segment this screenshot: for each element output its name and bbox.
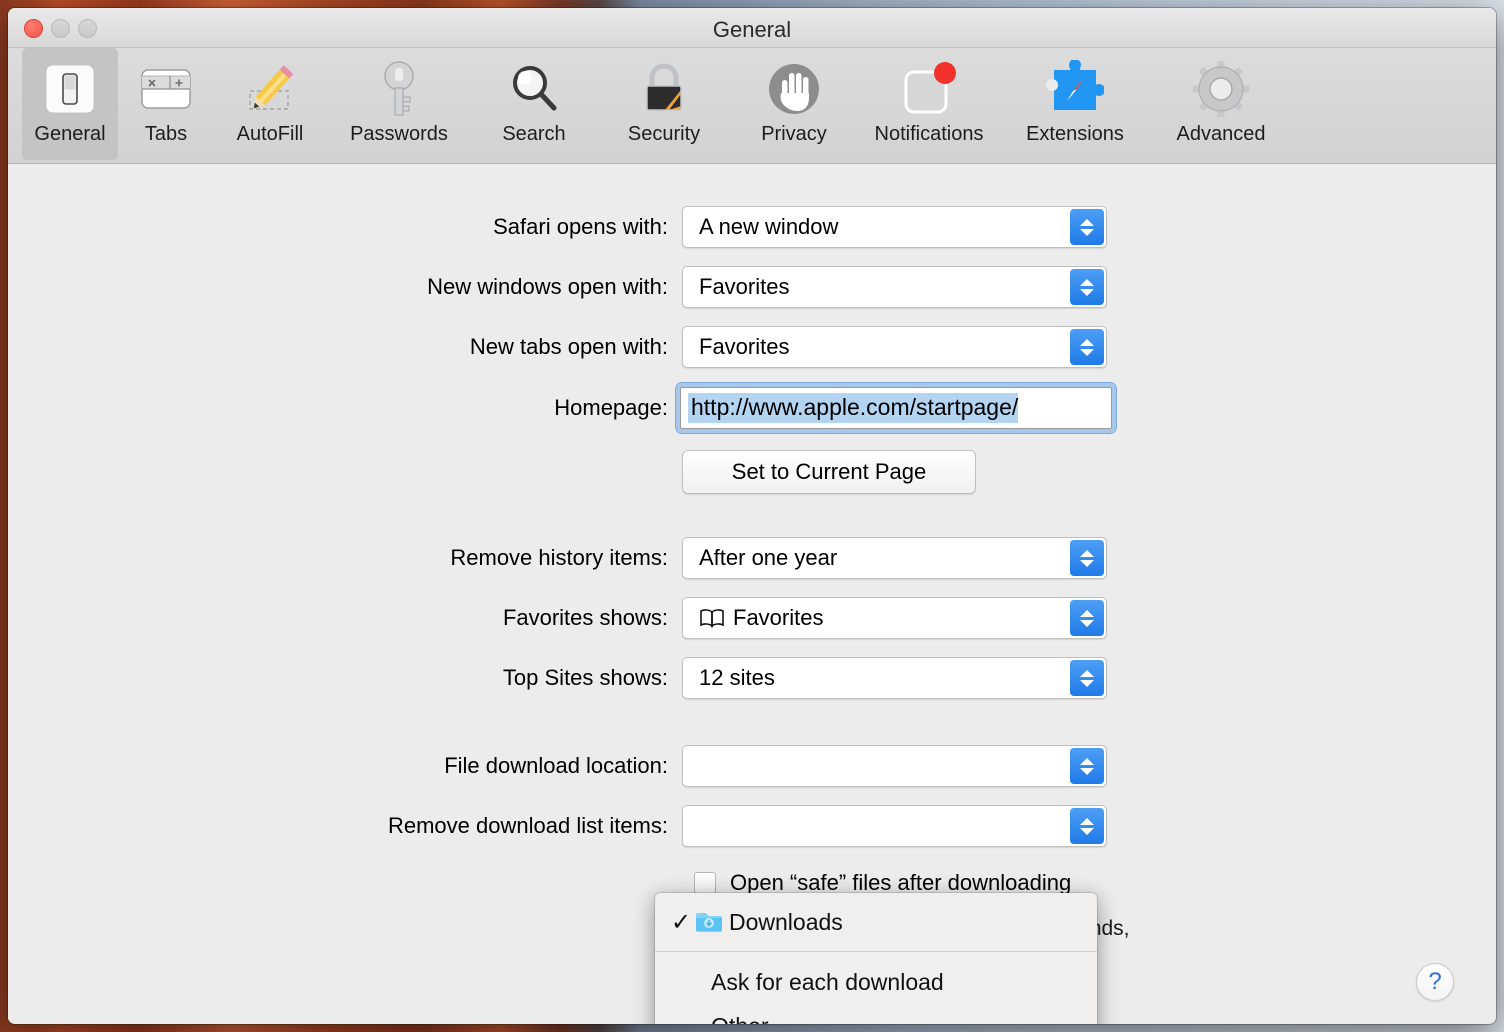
label-safari-opens-with: Safari opens with: <box>8 214 668 240</box>
toolbar-item-label: Extensions <box>1026 123 1124 146</box>
popup-file-download-location[interactable] <box>682 745 1107 787</box>
chevron-updown-icon[interactable] <box>1070 808 1104 844</box>
label-homepage: Homepage: <box>8 395 668 421</box>
row-new-windows-open-with: New windows open with: Favorites <box>8 266 1108 308</box>
popup-safari-opens-with[interactable]: A new window <box>682 206 1107 248</box>
toolbar-item-privacy[interactable]: Privacy <box>732 48 856 160</box>
toolbar-item-autofill[interactable]: AutoFill <box>214 48 326 160</box>
set-to-current-page-button[interactable]: Set to Current Page <box>682 450 976 494</box>
toolbar-item-general[interactable]: General <box>22 48 118 160</box>
row-new-tabs-open-with: New tabs open with: Favorites <box>8 326 1108 368</box>
homepage-input-value: http://www.apple.com/startpage/ <box>688 393 1018 423</box>
chevron-updown-icon[interactable] <box>1070 209 1104 245</box>
popup-top-sites-shows[interactable]: 12 sites <box>682 657 1107 699</box>
label-new-tabs-open-with: New tabs open with: <box>8 334 668 360</box>
toolbar-item-label: Tabs <box>145 123 187 146</box>
row-top-sites-shows: Top Sites shows: 12 sites <box>8 657 1108 699</box>
toolbar-item-security[interactable]: Security <box>596 48 732 160</box>
row-file-download-location: File download location: <box>8 745 1108 787</box>
chevron-updown-icon[interactable] <box>1070 269 1104 305</box>
checkmark-icon: ✓ <box>671 908 695 937</box>
chevron-updown-icon[interactable] <box>1070 600 1104 636</box>
hand-icon <box>761 56 827 122</box>
chevron-updown-icon[interactable] <box>1070 660 1104 696</box>
window-title: General <box>8 17 1496 43</box>
toolbar-item-search[interactable]: Search <box>472 48 596 160</box>
toolbar-item-advanced[interactable]: Advanced <box>1148 48 1294 160</box>
toolbar-item-label: Passwords <box>350 123 448 146</box>
gear-icon <box>1188 56 1254 122</box>
help-button[interactable]: ? <box>1416 963 1454 1001</box>
key-icon <box>366 56 432 122</box>
toolbar-item-label: Privacy <box>761 123 827 146</box>
popup-value: A new window <box>699 214 838 240</box>
label-remove-history-items: Remove history items: <box>8 545 668 571</box>
file-download-location-menu: ✓ Downloads Ask for each download Other… <box>655 893 1097 1024</box>
label-top-sites-shows: Top Sites shows: <box>8 665 668 691</box>
preferences-toolbar: General Tabs <box>8 48 1496 164</box>
toolbar-item-label: Security <box>628 123 700 146</box>
label-remove-download-list-items: Remove download list items: <box>8 813 668 839</box>
label-file-download-location: File download location: <box>8 753 668 779</box>
popup-new-windows-open-with[interactable]: Favorites <box>682 266 1107 308</box>
row-homepage: Homepage: http://www.apple.com/startpage… <box>8 383 1128 433</box>
pencil-autofill-icon <box>237 56 303 122</box>
menu-item-downloads[interactable]: ✓ Downloads <box>655 900 1097 944</box>
downloads-folder-icon <box>695 911 729 933</box>
popup-value: After one year <box>699 545 837 571</box>
magnifier-icon <box>501 56 567 122</box>
general-toggle-icon <box>37 56 103 122</box>
toolbar-item-label: Search <box>502 123 565 146</box>
title-bar: General <box>8 8 1496 48</box>
row-set-to-current-page: Set to Current Page <box>682 450 976 494</box>
row-safari-opens-with: Safari opens with: A new window <box>8 206 1108 248</box>
toolbar-item-label: AutoFill <box>237 123 304 146</box>
menu-separator <box>655 951 1097 952</box>
menu-item-other[interactable]: Other… <box>655 1004 1097 1024</box>
popup-remove-download-list-items[interactable] <box>682 805 1107 847</box>
toolbar-item-notifications[interactable]: Notifications <box>856 48 1002 160</box>
preferences-content: Safari opens with: A new window New wind… <box>8 164 1496 1023</box>
chevron-updown-icon[interactable] <box>1070 748 1104 784</box>
padlock-icon <box>631 56 697 122</box>
book-icon <box>699 608 725 629</box>
popup-new-tabs-open-with[interactable]: Favorites <box>682 326 1107 368</box>
row-remove-download-list-items: Remove download list items: <box>8 805 1108 847</box>
puzzle-compass-icon <box>1042 56 1108 122</box>
menu-item-label: Downloads <box>729 909 843 936</box>
popup-favorites-shows[interactable]: Favorites <box>682 597 1107 639</box>
homepage-input[interactable]: http://www.apple.com/startpage/ <box>680 387 1112 429</box>
popup-value: Favorites <box>699 274 789 300</box>
popup-value: 12 sites <box>699 665 775 691</box>
chevron-updown-icon[interactable] <box>1070 329 1104 365</box>
menu-item-ask-for-each-download[interactable]: Ask for each download <box>655 960 1097 1004</box>
menu-item-label: Other… <box>711 1013 792 1025</box>
label-new-windows-open-with: New windows open with: <box>8 274 668 300</box>
popup-value: Favorites <box>699 334 789 360</box>
row-remove-history-items: Remove history items: After one year <box>8 537 1108 579</box>
toolbar-item-tabs[interactable]: Tabs <box>118 48 214 160</box>
label-favorites-shows: Favorites shows: <box>8 605 668 631</box>
toolbar-item-label: General <box>34 123 105 146</box>
toolbar-item-label: Notifications <box>875 123 984 146</box>
popup-value: Favorites <box>733 605 823 631</box>
popup-remove-history-items[interactable]: After one year <box>682 537 1107 579</box>
toolbar-item-label: Advanced <box>1177 123 1266 146</box>
preferences-window: General General <box>8 8 1496 1024</box>
tabs-icon <box>133 56 199 122</box>
menu-item-label: Ask for each download <box>711 969 944 996</box>
toolbar-item-extensions[interactable]: Extensions <box>1002 48 1148 160</box>
open-safe-files-checkbox[interactable] <box>694 872 716 894</box>
homepage-field-focus-ring: http://www.apple.com/startpage/ <box>676 383 1116 433</box>
chevron-updown-icon[interactable] <box>1070 540 1104 576</box>
toolbar-item-passwords[interactable]: Passwords <box>326 48 472 160</box>
notification-badge-icon <box>896 56 962 122</box>
row-favorites-shows: Favorites shows: Favorites <box>8 597 1108 639</box>
